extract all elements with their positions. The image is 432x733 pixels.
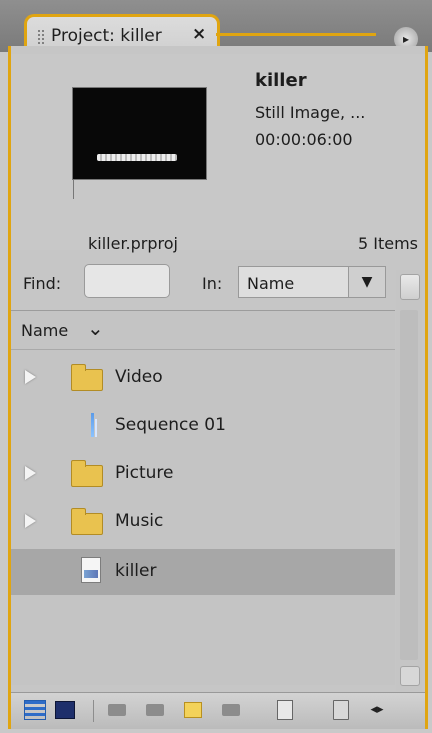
expand-triangle-icon[interactable] [25, 466, 36, 480]
trash-icon [333, 700, 349, 720]
sort-descending-icon[interactable]: ⌄ [87, 316, 104, 340]
still-image-icon [81, 557, 101, 583]
column-header-label: Name [21, 321, 69, 340]
project-panel: Project: killer × ▸ killer Still Image, … [0, 0, 432, 733]
clear-icon [222, 704, 240, 716]
bottom-toolbar: ◂▸ [11, 692, 425, 729]
icon-view-icon [55, 701, 75, 719]
chevron-down-icon[interactable]: ▼ [348, 267, 385, 297]
list-item[interactable]: Video [11, 355, 395, 401]
sequence-icon [91, 413, 97, 437]
in-label: In: [202, 274, 223, 293]
binoculars-icon [146, 704, 164, 716]
clip-duration: 00:00:06:00 [255, 130, 353, 149]
tab-grip-icon[interactable] [37, 29, 45, 47]
vertical-scrollbar[interactable] [396, 270, 422, 691]
project-file-name: killer.prproj [88, 234, 178, 253]
tab-title: Project: killer [51, 26, 162, 46]
list-item[interactable]: Picture [11, 451, 395, 497]
list-item[interactable]: killer [11, 549, 395, 595]
poster-frame-line [73, 179, 74, 199]
new-bin-icon [184, 702, 202, 718]
close-icon[interactable]: × [192, 24, 206, 44]
find-button[interactable] [143, 698, 167, 722]
item-count: 5 Items [357, 234, 418, 253]
find-label: Find: [23, 274, 62, 293]
expand-triangle-icon[interactable] [25, 514, 36, 528]
folder-icon [71, 508, 103, 535]
expand-triangle-icon[interactable] [25, 370, 36, 384]
scroll-track[interactable] [400, 310, 418, 660]
clear-button[interactable] [219, 698, 243, 722]
list-view-icon [24, 700, 46, 720]
list-item-label: Music [115, 511, 164, 531]
toolbar-divider [93, 700, 94, 722]
list-item-label: Sequence 01 [115, 415, 226, 435]
clip-type: Still Image, ... [255, 103, 366, 122]
folder-icon [71, 364, 103, 391]
clip-name: killer [255, 70, 307, 91]
scroll-down-button[interactable] [400, 666, 420, 686]
preview-area: killer Still Image, ... 00:00:06:00 [11, 54, 425, 250]
search-field-select[interactable]: Name ▼ [238, 266, 386, 298]
delete-button[interactable] [329, 698, 353, 722]
new-bin-button[interactable] [181, 698, 205, 722]
project-items-list: Name ⌄ Video Sequence 01 Picture Music k… [11, 310, 395, 685]
list-item-label: Picture [115, 463, 174, 483]
new-item-icon [277, 700, 293, 720]
scroll-up-button[interactable] [400, 274, 420, 300]
list-item[interactable]: Music [11, 499, 395, 545]
search-field-value: Name [247, 274, 295, 293]
list-item-label: Video [115, 367, 163, 387]
automate-sequence-icon [108, 704, 126, 716]
automate-to-sequence-button[interactable] [105, 698, 129, 722]
new-item-button[interactable] [273, 698, 297, 722]
list-view-button[interactable] [23, 698, 47, 722]
clip-thumbnail[interactable] [73, 88, 206, 179]
scroll-arrows-icon[interactable]: ◂▸ [365, 698, 389, 722]
thumbnail-caption [97, 154, 177, 161]
name-column-header[interactable]: Name ⌄ [11, 311, 395, 350]
list-item[interactable]: Sequence 01 [11, 403, 395, 449]
icon-view-button[interactable] [53, 698, 77, 722]
find-input[interactable] [84, 264, 170, 298]
folder-icon [71, 460, 103, 487]
list-item-label: killer [115, 561, 157, 581]
